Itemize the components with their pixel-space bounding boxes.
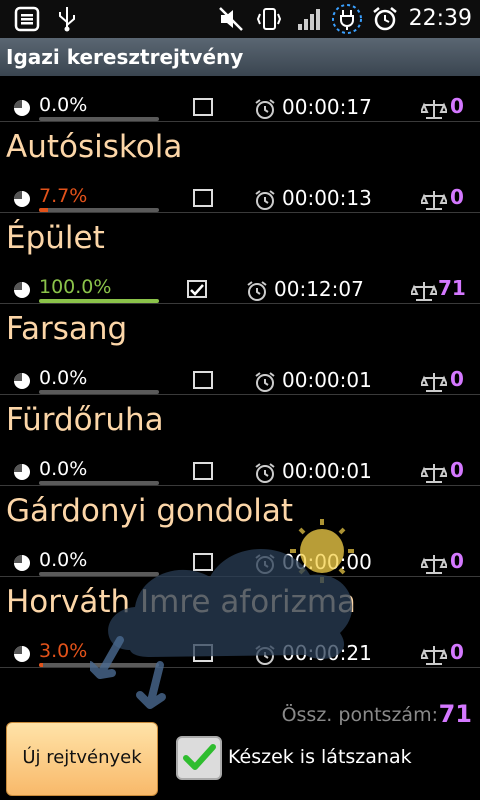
puzzle-percent: 0.0% — [39, 367, 88, 389]
scale-icon — [421, 464, 447, 483]
show-done-toggle[interactable]: Készek is látszanak — [176, 726, 476, 786]
puzzle-percent: 3.0% — [39, 640, 88, 662]
charging-icon — [332, 4, 362, 34]
alarm-clock-icon — [255, 554, 275, 574]
pie-progress-icon — [14, 191, 30, 207]
puzzle-row[interactable]: Fürdőruha 0.0% 00:00:01 0 — [0, 394, 480, 486]
total-score-label: Össz. pontszám: — [281, 704, 438, 726]
puzzle-done-checkbox — [193, 189, 213, 207]
puzzle-list[interactable]: Ablak0.0%00:00:170Autósiskola7.7%00:00:1… — [0, 76, 480, 684]
puzzle-time: 00:00:13 — [282, 186, 372, 210]
pie-progress-icon — [14, 100, 30, 116]
puzzle-score: 71 — [438, 276, 466, 300]
puzzle-row[interactable]: Autósiskola 7.7% 00:00:13 0 — [0, 121, 480, 213]
puzzle-time: 00:00:01 — [282, 368, 372, 392]
puzzle-score: 0 — [450, 640, 464, 664]
puzzle-done-checkbox — [187, 280, 207, 298]
puzzle-done-checkbox — [193, 553, 213, 571]
puzzle-time: 00:00:00 — [282, 550, 372, 574]
checkmark-icon — [183, 744, 216, 770]
scale-icon — [421, 646, 447, 665]
puzzle-score: 0 — [450, 367, 464, 391]
puzzle-percent: 7.7% — [39, 185, 88, 207]
alarm-clock-icon — [247, 281, 267, 301]
puzzle-row[interactable]: Gárdonyi gondolat 0.0% 00:00:00 0 — [0, 485, 480, 577]
puzzle-percent: 0.0% — [39, 458, 88, 480]
puzzle-title: Autósiskola — [6, 129, 183, 165]
puzzle-row[interactable]: Farsang 0.0% 00:00:01 0 — [0, 303, 480, 395]
show-done-label: Készek is látszanak — [228, 746, 412, 768]
pie-progress-icon — [14, 464, 30, 480]
puzzle-done-checkbox — [193, 371, 213, 389]
puzzle-time: 00:00:17 — [282, 95, 372, 119]
vibrate-icon — [256, 8, 282, 30]
app-title: Igazi keresztrejtvény — [6, 45, 244, 69]
pie-progress-icon — [14, 646, 30, 662]
scale-icon — [421, 373, 447, 392]
scale-icon — [421, 191, 447, 210]
new-puzzles-button[interactable]: Új rejtvények — [6, 722, 158, 796]
pie-progress-icon — [14, 555, 30, 571]
puzzle-percent: 0.0% — [39, 94, 88, 116]
puzzle-time: 00:12:07 — [274, 277, 364, 301]
footer: Össz. pontszám: 71 Új rejtvények Készek … — [0, 684, 480, 800]
show-done-checkbox[interactable] — [176, 736, 222, 780]
title-bar: Igazi keresztrejtvény — [0, 38, 480, 76]
alarm-clock-icon — [255, 190, 275, 210]
puzzle-title: Fürdőruha — [6, 402, 164, 438]
puzzle-progress-bar — [39, 663, 159, 667]
puzzle-score: 0 — [450, 458, 464, 482]
puzzle-title: Horváth Imre aforizma — [6, 584, 357, 620]
puzzle-title: Farsang — [6, 311, 128, 347]
total-score-value: 71 — [438, 700, 472, 728]
puzzle-score: 0 — [450, 549, 464, 573]
puzzle-time: 00:00:01 — [282, 459, 372, 483]
puzzle-done-checkbox — [193, 644, 213, 662]
pie-progress-icon — [14, 282, 30, 298]
scale-icon — [411, 282, 437, 301]
alarm-clock-icon — [255, 99, 275, 119]
status-bar: 22:39 — [0, 0, 480, 38]
puzzle-score: 0 — [450, 94, 464, 118]
puzzle-title: Épület — [6, 220, 105, 256]
alarm-icon — [373, 7, 397, 31]
puzzle-title: Gárdonyi gondolat — [6, 493, 294, 529]
puzzle-row[interactable]: Ablak0.0%00:00:170 — [0, 76, 480, 122]
puzzle-time: 00:00:21 — [282, 641, 372, 665]
mute-icon — [219, 7, 243, 31]
pie-progress-icon — [14, 373, 30, 389]
usb-icon — [59, 7, 75, 32]
status-clock: 22:39 — [408, 6, 472, 31]
puzzle-score: 0 — [450, 185, 464, 209]
new-puzzles-button-label: Új rejtvények — [22, 747, 142, 768]
puzzle-percent: 0.0% — [39, 549, 88, 571]
puzzle-percent: 100.0% — [39, 276, 112, 298]
puzzle-done-checkbox — [193, 462, 213, 480]
puzzle-done-checkbox — [193, 98, 213, 116]
menu-icon — [14, 6, 40, 32]
alarm-clock-icon — [255, 463, 275, 483]
puzzle-row[interactable]: Horváth Imre aforizma 3.0% 00:00:21 0 — [0, 576, 480, 668]
alarm-clock-icon — [255, 372, 275, 392]
scale-icon — [421, 555, 447, 574]
signal-icon — [298, 9, 320, 30]
alarm-clock-icon — [255, 645, 275, 665]
puzzle-row[interactable]: Épület 100.0% 00:12:07 71 — [0, 212, 480, 304]
scale-icon — [421, 100, 447, 119]
